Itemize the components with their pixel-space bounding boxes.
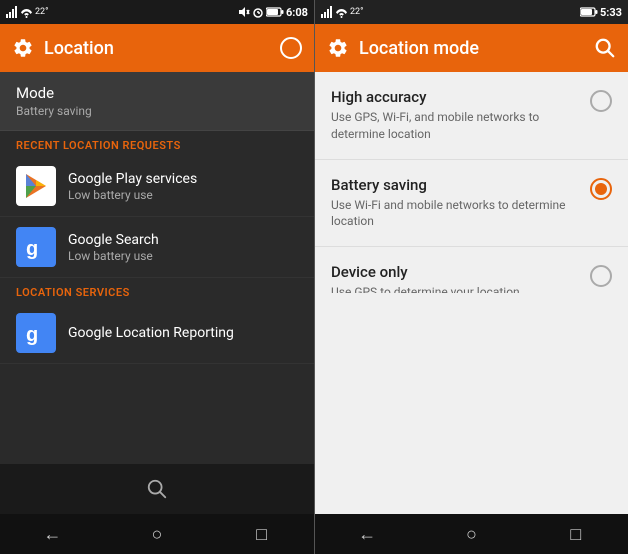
signal-icon [6, 6, 18, 18]
device-only-text: Device only Use GPS to determine your lo… [331, 263, 578, 293]
mode-title: Mode [16, 84, 298, 102]
right-battery-icon [580, 7, 598, 17]
device-only-option[interactable]: Device only Use GPS to determine your lo… [315, 247, 628, 293]
right-app-bar: Location mode [315, 24, 628, 72]
location-services-header: LOCATION SERVICES [0, 278, 314, 303]
google-location-reporting-item[interactable]: g Google Location Reporting [0, 303, 314, 364]
bottom-search-icon[interactable] [146, 478, 168, 500]
high-accuracy-desc: Use GPS, Wi-Fi, and mobile networks to d… [331, 109, 578, 143]
right-status-right: 5:33 [580, 6, 622, 19]
gear-icon[interactable] [12, 37, 34, 59]
battery-saving-option[interactable]: Battery saving Use Wi-Fi and mobile netw… [315, 160, 628, 248]
google-play-services-item[interactable]: Google Play services Low battery use [0, 156, 314, 217]
google-play-title: Google Play services [68, 171, 298, 187]
google-search-sub: Low battery use [68, 249, 298, 263]
google-search-item[interactable]: g Google Search Low battery use [0, 217, 314, 278]
left-phone-screen: 22° 6:08 Location Mode Battery saving RE… [0, 0, 314, 554]
battery-saving-label: Battery saving [331, 176, 578, 194]
back-button[interactable]: ← [32, 524, 72, 545]
right-back-button[interactable]: ← [347, 524, 387, 545]
right-status-icons: 22° [321, 6, 363, 18]
google-search-title: Google Search [68, 232, 298, 248]
home-button[interactable]: ○ [137, 524, 177, 545]
high-accuracy-option[interactable]: High accuracy Use GPS, Wi-Fi, and mobile… [315, 72, 628, 160]
right-recents-button[interactable]: □ [556, 524, 596, 545]
right-wifi-icon [335, 6, 348, 18]
battery-saving-desc: Use Wi-Fi and mobile networks to determi… [331, 197, 578, 231]
google-search-icon: g [16, 227, 56, 267]
high-accuracy-radio[interactable] [590, 90, 612, 112]
right-phone-screen: 22° 5:33 Location mode High accuracy Use… [314, 0, 628, 554]
left-app-bar: Location [0, 24, 314, 72]
google-play-text: Google Play services Low battery use [68, 171, 298, 202]
right-app-bar-title: Location mode [359, 38, 584, 59]
right-temp-icon: 22° [350, 7, 363, 17]
right-nav-bar: ← ○ □ [315, 514, 628, 554]
left-nav-bar: ← ○ □ [0, 514, 314, 554]
recents-button[interactable]: □ [242, 524, 282, 545]
left-bottom-bar[interactable] [0, 464, 314, 514]
mode-subtitle: Battery saving [16, 104, 298, 118]
right-spacer [315, 293, 628, 514]
wifi-icon [20, 6, 33, 18]
recent-location-header: RECENT LOCATION REQUESTS [0, 131, 314, 156]
svg-text:g: g [26, 324, 38, 346]
battery-saving-text: Battery saving Use Wi-Fi and mobile netw… [331, 176, 578, 231]
google-play-icon [16, 166, 56, 206]
google-location-text: Google Location Reporting [68, 325, 298, 341]
gplay-svg [22, 172, 50, 200]
google-search-text: Google Search Low battery use [68, 232, 298, 263]
left-time: 6:08 [286, 6, 308, 19]
right-time: 5:33 [600, 6, 622, 19]
right-status-bar: 22° 5:33 [315, 0, 628, 24]
high-accuracy-text: High accuracy Use GPS, Wi-Fi, and mobile… [331, 88, 578, 143]
google-location-title: Google Location Reporting [68, 325, 298, 341]
right-content: High accuracy Use GPS, Wi-Fi, and mobile… [315, 72, 628, 293]
location-circle-icon[interactable] [280, 37, 302, 59]
device-only-radio[interactable] [590, 265, 612, 287]
battery-saving-radio[interactable] [590, 178, 612, 200]
alarm-icon [252, 6, 264, 18]
right-signal-icon [321, 6, 333, 18]
temp-icon: 22° [35, 7, 48, 17]
battery-icon [266, 7, 284, 17]
device-only-label: Device only [331, 263, 578, 281]
left-app-bar-title: Location [44, 38, 270, 59]
right-search-icon[interactable] [594, 37, 616, 59]
google-play-sub: Low battery use [68, 188, 298, 202]
gsearch-svg: g [22, 233, 50, 261]
google-location-icon: g [16, 313, 56, 353]
volume-off-icon [238, 6, 250, 18]
right-gear-icon[interactable] [327, 37, 349, 59]
right-home-button[interactable]: ○ [451, 524, 491, 545]
left-status-bar: 22° 6:08 [0, 0, 314, 24]
svg-text:g: g [26, 238, 38, 260]
device-only-desc: Use GPS to determine your location [331, 284, 578, 293]
glocation-svg: g [22, 319, 50, 347]
left-status-right: 6:08 [238, 6, 308, 19]
high-accuracy-label: High accuracy [331, 88, 578, 106]
mode-row[interactable]: Mode Battery saving [0, 72, 314, 131]
left-content: Mode Battery saving RECENT LOCATION REQU… [0, 72, 314, 464]
left-status-icons: 22° [6, 6, 48, 18]
